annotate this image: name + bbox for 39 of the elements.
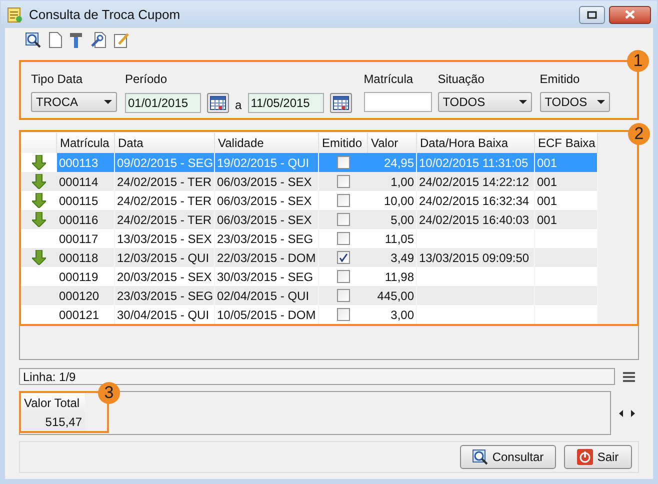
table-row[interactable]: 000116 24/02/2015 - TER 06/03/2015 - SEX 5,00 24/02/2015 16:40:03 001: [21, 210, 598, 229]
table-row[interactable]: 000120 23/03/2015 - SEG 02/04/2015 - QUI 445,00: [21, 286, 598, 305]
column-header[interactable]: Matrícula: [57, 133, 115, 153]
column-header[interactable]: Emitido: [319, 133, 368, 153]
table-row[interactable]: 000121 30/04/2015 - QUI 10/05/2015 - DOM 3,00: [21, 305, 598, 324]
table-cell: 000121: [57, 305, 115, 324]
table-row[interactable]: 000114 24/02/2015 - TER 06/03/2015 - SEX 1,00 24/02/2015 14:22:12 001: [21, 172, 598, 191]
dropdown[interactable]: TODOS: [540, 92, 610, 112]
column-header[interactable]: Validade: [215, 133, 319, 153]
callout-number: 3: [98, 382, 120, 404]
field-label: Situação: [438, 71, 486, 88]
table-cell: 30/04/2015 - QUI: [115, 305, 215, 324]
search-button[interactable]: Consultar: [460, 445, 556, 469]
callout-number: 1: [627, 50, 649, 72]
table-row[interactable]: 000115 24/02/2015 - TER 06/03/2015 - SEX 10,00 24/02/2015 16:32:34 001: [21, 191, 598, 210]
column-header[interactable]: ECF Baixa: [535, 133, 598, 153]
total-label: Valor Total: [21, 393, 85, 413]
table-row[interactable]: 000117 13/03/2015 - SEX 23/03/2015 - SEG 11,05: [21, 229, 598, 248]
field-label: Emitido: [540, 71, 581, 88]
table-cell: 3,00: [368, 305, 417, 324]
field-label: Período: [125, 71, 168, 88]
date-field[interactable]: 11/05/2015: [248, 93, 324, 113]
column-header[interactable]: Data: [115, 133, 215, 153]
callout-number: 2: [628, 123, 650, 145]
table-cell: 10/05/2015 - DOM: [215, 305, 319, 324]
column-header[interactable]: Valor: [368, 133, 417, 153]
range-separator: a: [235, 97, 242, 114]
table-row[interactable]: 000118 12/03/2015 - QUI 22/03/2015 - DOM 3,49 13/03/2015 09:09:50: [21, 248, 598, 267]
window-title: Consulta de Troca Cupom: [29, 6, 180, 24]
dropdown[interactable]: TROCA: [31, 92, 117, 112]
row-counter-field: Linha: 1/9: [19, 368, 615, 385]
field-label: Tipo Data: [31, 71, 84, 88]
exit-button[interactable]: Sair: [564, 445, 632, 469]
date-field[interactable]: 01/01/2015: [125, 93, 201, 113]
column-header[interactable]: Data/Hora Baixa: [417, 133, 535, 153]
total-value: 515,47: [21, 413, 85, 430]
field-label: Matrícula: [364, 71, 414, 88]
table-row[interactable]: 000119 20/03/2015 - SEX 30/03/2015 - SEG 11,98: [21, 267, 598, 286]
dropdown[interactable]: TODOS: [438, 92, 532, 112]
